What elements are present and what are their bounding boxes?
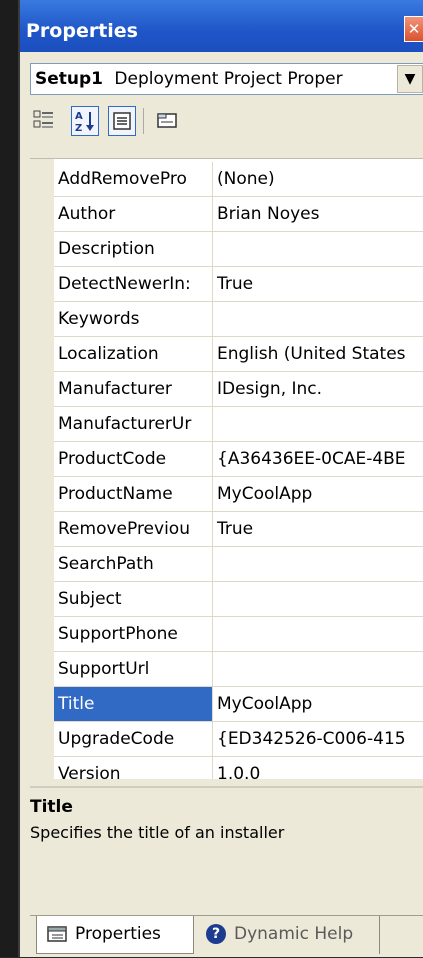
property-row[interactable]: Subject: [54, 582, 423, 617]
tab-dynamic-help-label: Dynamic Help: [234, 924, 354, 944]
alphabetical-button[interactable]: A Z: [71, 106, 99, 136]
property-name[interactable]: AddRemovePro: [54, 162, 213, 196]
properties-tab-icon: [47, 926, 67, 942]
property-name[interactable]: Keywords: [54, 302, 213, 336]
property-value[interactable]: English (United States: [213, 337, 423, 371]
property-name[interactable]: ProductCode: [54, 442, 213, 476]
property-row[interactable]: Version 1.0.0: [54, 757, 423, 779]
svg-text:Z: Z: [75, 123, 82, 133]
property-toolbar: A Z: [30, 100, 423, 148]
property-name[interactable]: SearchPath: [54, 547, 213, 581]
window-title: Properties: [26, 20, 138, 42]
property-name[interactable]: ProductName: [54, 477, 213, 511]
toolbar-separator: [143, 108, 144, 134]
tab-properties[interactable]: Properties: [36, 916, 194, 954]
property-value[interactable]: [213, 617, 423, 651]
property-value[interactable]: {A36436EE-0CAE-4BE: [213, 442, 423, 476]
close-icon: ✕: [407, 20, 421, 38]
tab-properties-label: Properties: [75, 924, 161, 944]
property-row[interactable]: ProductName MyCoolApp: [54, 477, 423, 512]
description-title: Title: [30, 797, 73, 817]
property-pages-icon: [157, 113, 177, 128]
property-row[interactable]: AddRemovePro (None): [54, 162, 423, 197]
property-name[interactable]: SupportPhone: [54, 617, 213, 651]
property-row[interactable]: SupportUrl: [54, 652, 423, 687]
property-row[interactable]: RemovePreviou True: [54, 512, 423, 547]
property-grid: AddRemovePro (None) Author Brian Noyes Descr…: [30, 158, 423, 779]
property-value[interactable]: MyCoolApp: [213, 477, 423, 511]
property-value[interactable]: [213, 232, 423, 266]
close-button[interactable]: ✕: [404, 16, 423, 42]
bottom-tab-strip: Properties ? Dynamic Help: [30, 915, 423, 958]
grid-margin: [30, 159, 54, 779]
property-value[interactable]: Brian Noyes: [213, 197, 423, 231]
property-row[interactable]: Keywords: [54, 302, 423, 337]
selected-object-type: Deployment Project Proper: [114, 69, 343, 89]
property-row[interactable]: UpgradeCode {ED342526-C006-415: [54, 722, 423, 757]
property-value[interactable]: [213, 582, 423, 616]
property-name[interactable]: Version: [54, 757, 213, 779]
property-name[interactable]: UpgradeCode: [54, 722, 213, 756]
property-row[interactable]: Manufacturer IDesign, Inc.: [54, 372, 423, 407]
properties-window: Properties ✕ Setup1 Deployment Project P…: [20, 0, 423, 957]
property-row[interactable]: SupportPhone: [54, 617, 423, 652]
property-value[interactable]: [213, 652, 423, 686]
categorized-icon: [33, 110, 53, 128]
property-value[interactable]: (None): [213, 162, 423, 196]
property-row[interactable]: DetectNewerIn: True: [54, 267, 423, 302]
property-row[interactable]: Description: [54, 232, 423, 267]
property-pages-button[interactable]: [153, 106, 181, 136]
property-row[interactable]: ProductCode {A36436EE-0CAE-4BE: [54, 442, 423, 477]
property-value[interactable]: True: [213, 267, 423, 301]
property-name[interactable]: Description: [54, 232, 213, 266]
property-name[interactable]: Manufacturer: [54, 372, 213, 406]
title-bar: Properties ✕: [20, 0, 423, 52]
description-text: Specifies the title of an installer: [30, 823, 285, 842]
tab-dynamic-help[interactable]: ? Dynamic Help: [200, 916, 380, 954]
property-row[interactable]: Author Brian Noyes: [54, 197, 423, 232]
property-row[interactable]: ManufacturerUr: [54, 407, 423, 442]
svg-text:A: A: [75, 111, 83, 122]
property-value[interactable]: [213, 407, 423, 441]
alphabetical-icon: A Z: [75, 111, 94, 134]
property-name[interactable]: Subject: [54, 582, 213, 616]
property-value[interactable]: MyCoolApp: [213, 687, 423, 721]
property-value[interactable]: 1.0.0: [213, 757, 423, 779]
properties-view-icon: [113, 112, 131, 130]
property-value[interactable]: IDesign, Inc.: [213, 372, 423, 406]
property-name[interactable]: Title: [54, 687, 213, 721]
property-row[interactable]: Localization English (United States: [54, 337, 423, 372]
property-name[interactable]: Author: [54, 197, 213, 231]
property-name[interactable]: ManufacturerUr: [54, 407, 213, 441]
categorized-button[interactable]: [30, 106, 58, 136]
selected-object-name: Setup1: [35, 69, 103, 89]
property-row[interactable]: Title MyCoolApp: [54, 687, 423, 722]
property-name[interactable]: SupportUrl: [54, 652, 213, 686]
property-value[interactable]: [213, 547, 423, 581]
description-pane: Title Specifies the title of an installe…: [30, 793, 423, 913]
dropdown-arrow-icon[interactable]: ▼: [397, 65, 423, 93]
property-name[interactable]: RemovePreviou: [54, 512, 213, 546]
property-value[interactable]: {ED342526-C006-415: [213, 722, 423, 756]
property-name[interactable]: DetectNewerIn:: [54, 267, 213, 301]
left-dock-edge: [0, 0, 18, 957]
property-row[interactable]: SearchPath: [54, 547, 423, 582]
property-name[interactable]: Localization: [54, 337, 213, 371]
properties-view-button[interactable]: [108, 106, 136, 136]
object-selector[interactable]: Setup1 Deployment Project Proper ▼: [30, 63, 423, 95]
property-value[interactable]: True: [213, 512, 423, 546]
help-icon: ?: [206, 924, 226, 944]
splitter[interactable]: [30, 786, 423, 788]
property-value[interactable]: [213, 302, 423, 336]
